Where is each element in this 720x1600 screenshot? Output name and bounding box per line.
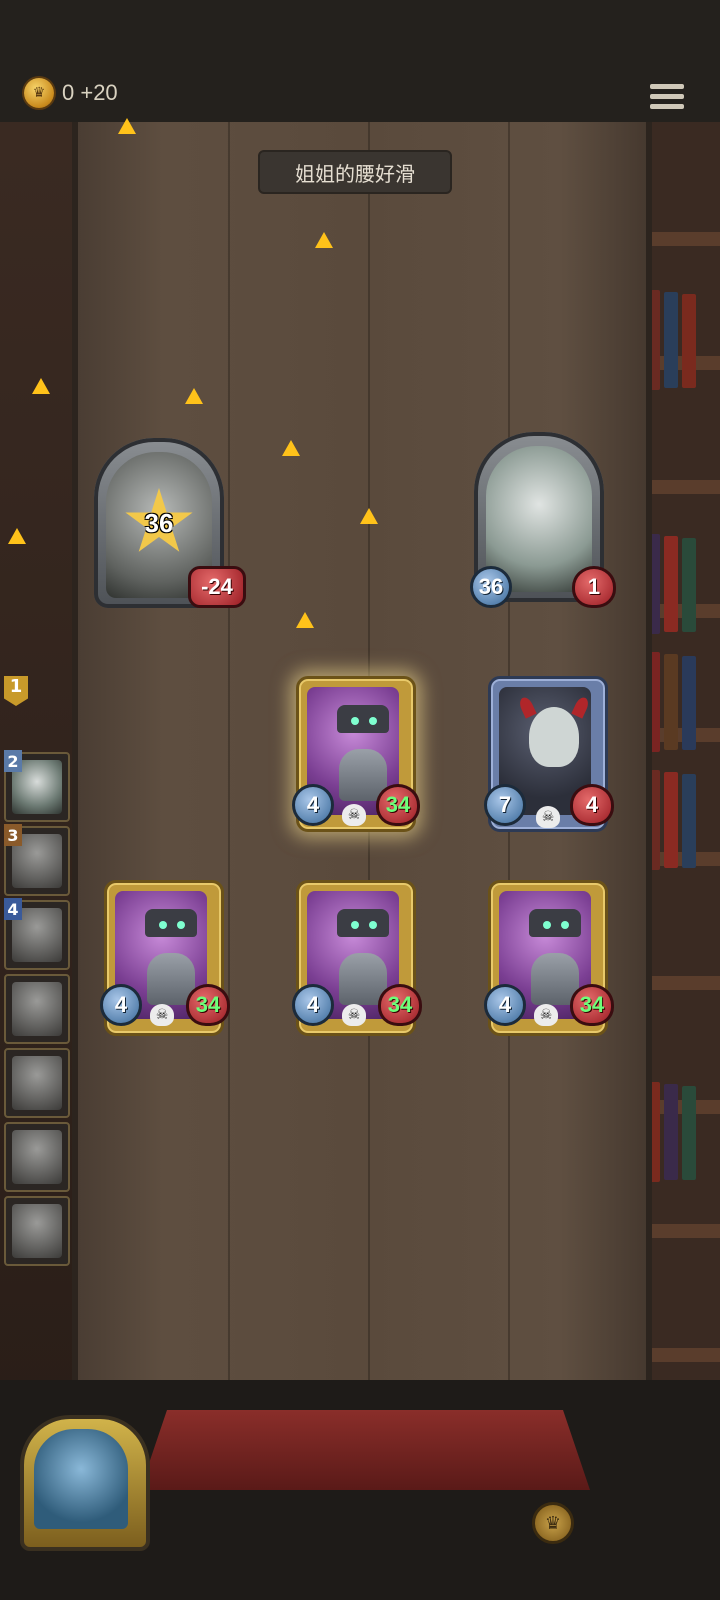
horn-icon [571, 695, 591, 719]
spark-icon [185, 388, 203, 404]
minion-attack: 4 [292, 784, 334, 826]
spark-icon [32, 378, 50, 394]
minion-health: 4 [570, 784, 614, 826]
skull-icon: ☠ [342, 1004, 366, 1026]
crown-button-icon[interactable]: ♛ [532, 1502, 574, 1544]
turn-order-6[interactable] [4, 1048, 70, 1118]
minion-attack: 7 [484, 784, 526, 826]
skull-icon: ☠ [150, 1004, 174, 1026]
player-hero-health: -24 [188, 566, 246, 608]
minion-attack: 4 [292, 984, 334, 1026]
gold-counter: 0 +20 [62, 80, 118, 105]
spark-icon [282, 440, 300, 456]
turn-order-5[interactable] [4, 974, 70, 1044]
right-bookshelf [640, 122, 720, 1422]
minion-health: 34 [378, 984, 422, 1026]
turn-order-4[interactable]: 4 [4, 898, 70, 970]
turn-order-2[interactable]: 2 [4, 750, 70, 822]
top-bar [0, 0, 720, 125]
opponent-hero-health: 1 [572, 566, 616, 608]
spark-icon [360, 508, 378, 524]
crown-coin-icon: ♛ [24, 78, 54, 108]
player-hero-portrait[interactable] [20, 1415, 150, 1551]
minion-attack: 4 [100, 984, 142, 1026]
hamburger-menu-icon[interactable] [650, 84, 684, 114]
minion-health: 34 [570, 984, 614, 1026]
spark-icon [296, 612, 314, 628]
skull-icon: ☠ [534, 1004, 558, 1026]
minion-attack: 4 [484, 984, 526, 1026]
minion-health: 34 [376, 784, 420, 826]
skull-icon: ☠ [342, 804, 366, 826]
spark-icon [315, 232, 333, 248]
horn-icon [517, 695, 537, 719]
turn-order-7[interactable] [4, 1122, 70, 1192]
minion-health: 34 [186, 984, 230, 1026]
opponent-name-plaque: 姐姐的腰好滑 [258, 150, 452, 194]
opponent-hero-attack: 36 [470, 566, 512, 608]
carpet [140, 1410, 590, 1490]
turn-order-3[interactable]: 3 [4, 824, 70, 896]
skull-icon: ☠ [536, 806, 560, 828]
spark-icon [8, 528, 26, 544]
spark-icon [118, 118, 136, 134]
turn-order-8[interactable] [4, 1196, 70, 1266]
